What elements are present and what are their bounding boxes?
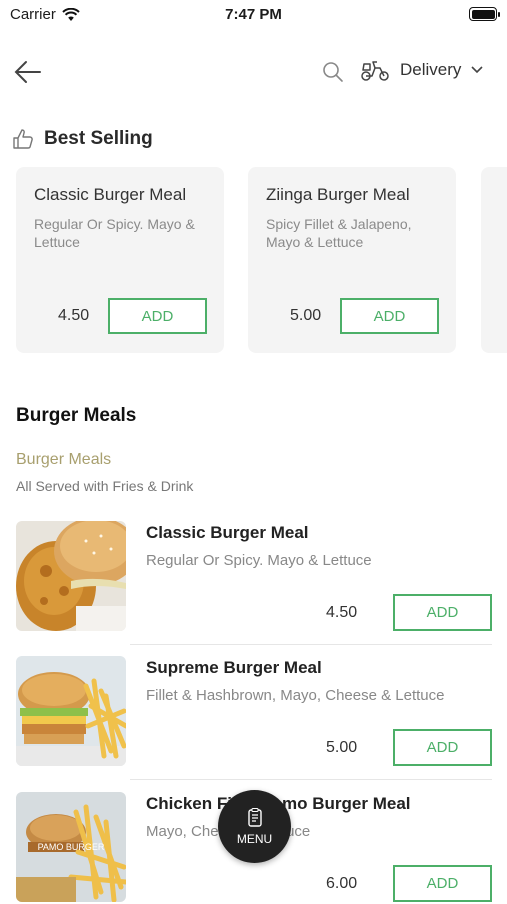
card-price: 5.00 — [290, 307, 322, 324]
image-caption: PAMO BURGER — [38, 842, 105, 852]
battery-icon — [469, 7, 500, 21]
item-price: 5.00 — [326, 739, 358, 756]
add-button[interactable]: ADD — [393, 865, 492, 902]
add-button[interactable]: ADD — [340, 298, 439, 334]
category-title: Burger Meals — [16, 405, 137, 426]
divider — [130, 644, 492, 645]
menu-icon — [247, 807, 262, 827]
best-selling-header: Best Selling — [12, 128, 153, 150]
item-name: Supreme Burger Meal — [146, 658, 322, 677]
card-description: Spicy Fillet & Jalapeno, Mayo & Lettuce — [266, 216, 412, 250]
menu-item[interactable]: Classic Burger Meal Regular Or Spicy. Ma… — [16, 521, 492, 633]
category-description: All Served with Fries & Drink — [16, 478, 194, 494]
menu-button[interactable]: MENU — [218, 790, 291, 863]
item-price: 4.50 — [326, 604, 358, 621]
chevron-down-icon — [471, 66, 483, 74]
back-button[interactable] — [14, 60, 42, 84]
add-button[interactable]: ADD — [393, 729, 492, 766]
best-selling-carousel[interactable]: Classic Burger Meal Regular Or Spicy. Ma… — [16, 167, 507, 353]
best-selling-card[interactable]: Ziinga Burger Meal Spicy Fillet & Jalape… — [248, 167, 456, 353]
item-price: 6.00 — [326, 875, 358, 892]
delivery-selector[interactable]: Delivery — [360, 58, 483, 82]
status-time: 7:47 PM — [225, 6, 282, 23]
menu-item[interactable]: Supreme Burger Meal Fillet & Hashbrown, … — [16, 656, 492, 768]
add-button[interactable]: ADD — [108, 298, 207, 334]
food-image: PAMO BURGER — [16, 792, 126, 902]
category-subtitle: Burger Meals — [16, 451, 112, 468]
search-icon — [323, 62, 343, 82]
top-nav: Delivery — [0, 52, 507, 92]
add-button[interactable]: ADD — [393, 594, 492, 631]
card-description: Regular Or Spicy. Mayo & Lettuce — [34, 216, 195, 250]
best-selling-card-partial[interactable] — [481, 167, 507, 353]
best-selling-card[interactable]: Classic Burger Meal Regular Or Spicy. Ma… — [16, 167, 224, 353]
best-selling-title: Best Selling — [44, 128, 153, 149]
food-image — [16, 521, 126, 631]
back-arrow-icon — [14, 61, 41, 83]
item-description: Regular Or Spicy. Mayo & Lettuce — [146, 552, 372, 569]
item-name: Classic Burger Meal — [146, 523, 309, 542]
scooter-icon — [361, 61, 389, 81]
divider — [130, 779, 492, 780]
food-image — [16, 656, 126, 766]
search-button[interactable] — [322, 61, 344, 83]
thumbs-up-icon — [13, 129, 33, 149]
delivery-label: Delivery — [400, 60, 462, 79]
card-title: Classic Burger Meal — [34, 185, 187, 204]
status-bar: Carrier 7:47 PM — [0, 0, 507, 30]
card-title: Ziinga Burger Meal — [266, 185, 410, 204]
menu-label: MENU — [236, 831, 273, 846]
card-price: 4.50 — [58, 307, 90, 324]
item-description: Fillet & Hashbrown, Mayo, Cheese & Lettu… — [146, 687, 445, 704]
